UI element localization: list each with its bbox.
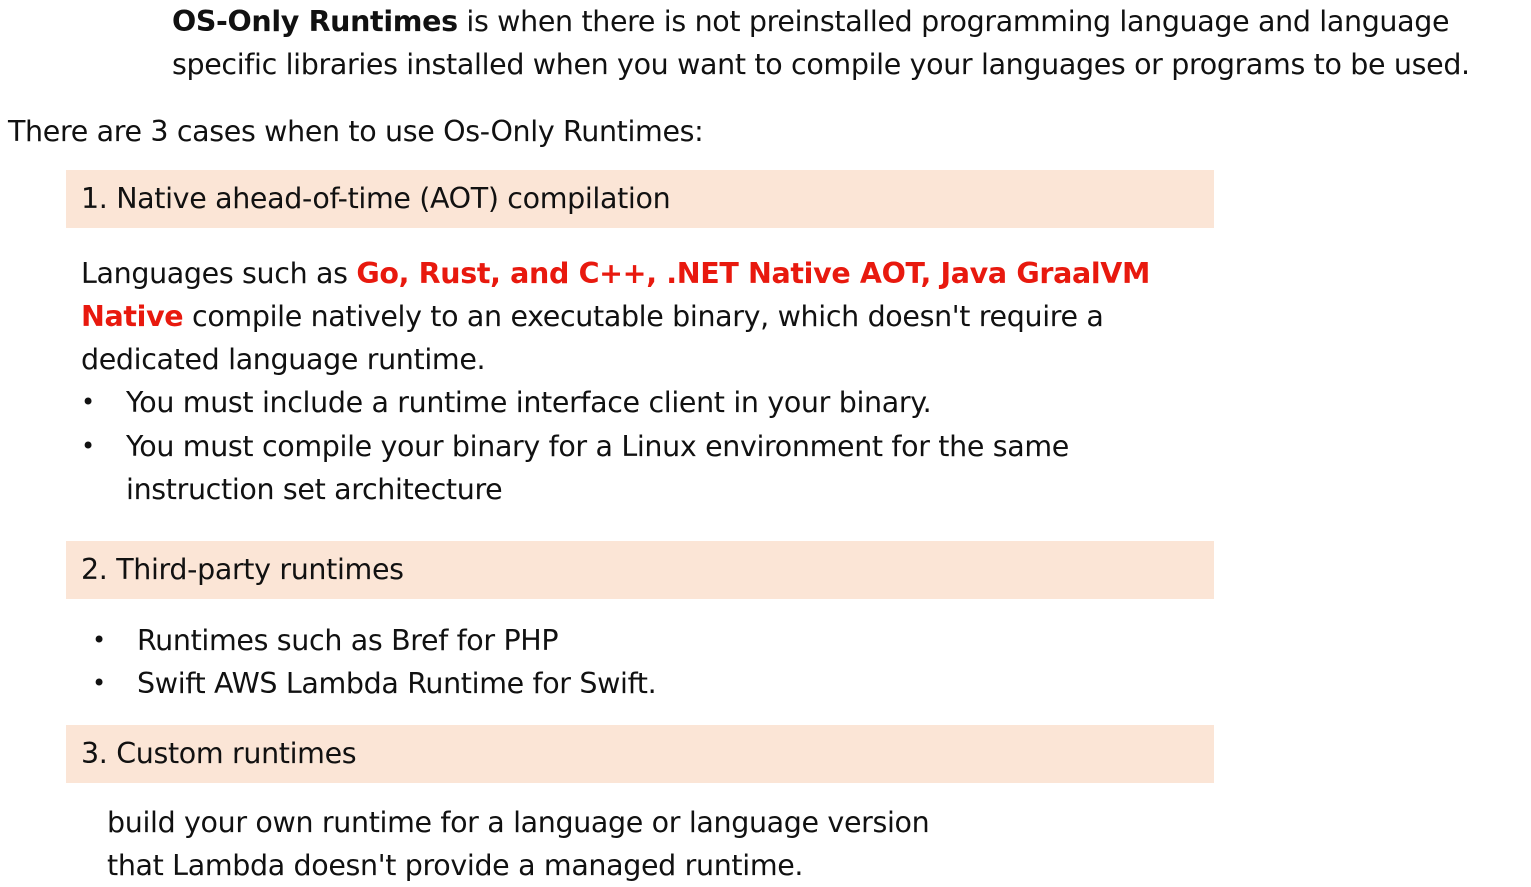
- bullet-text: You must include a runtime interface cli…: [126, 386, 932, 419]
- section-1-heading: 1. Native ahead-of-time (AOT) compilatio…: [66, 170, 1214, 228]
- bullet-text: You must compile your binary for a Linux…: [126, 430, 1069, 506]
- section-3-heading: 3. Custom runtimes: [66, 725, 1214, 783]
- list-item: • Swift AWS Lambda Runtime for Swift.: [92, 662, 992, 705]
- bullet-icon: •: [81, 432, 95, 460]
- bullet-icon: •: [81, 388, 95, 416]
- section-2-heading: 2. Third-party runtimes: [66, 541, 1214, 599]
- intro-paragraph: OS-Only Runtimes is when there is not pr…: [172, 0, 1527, 86]
- section-3-line: build your own runtime for a language or…: [107, 806, 930, 839]
- section-3-line: that Lambda doesn't provide a managed ru…: [107, 849, 804, 882]
- section-3-paragraph: build your own runtime for a language or…: [107, 801, 1107, 887]
- section-1-paragraph: Languages such as Go, Rust, and C++, .NE…: [81, 252, 1221, 381]
- section-2-bullet-list: • Runtimes such as Bref for PHP • Swift AW…: [92, 619, 992, 705]
- lead-text: There are 3 cases when to use Os-Only Ru…: [8, 115, 704, 148]
- section-1-bullet-list: • You must include a runtime interface cl…: [81, 381, 1181, 512]
- list-item: • Runtimes such as Bref for PHP: [92, 619, 992, 662]
- bullet-icon: •: [92, 626, 106, 654]
- list-item: • You must compile your binary for a Linu…: [81, 425, 1181, 511]
- section-1-text-after: compile natively to an executable binary…: [81, 300, 1104, 376]
- bullet-icon: •: [92, 669, 106, 697]
- intro-term: OS-Only Runtimes: [172, 5, 458, 38]
- list-item: • You must include a runtime interface cl…: [81, 381, 1181, 424]
- bullet-text: Swift AWS Lambda Runtime for Swift.: [137, 667, 657, 700]
- section-1-text-before: Languages such as: [81, 257, 357, 290]
- bullet-text: Runtimes such as Bref for PHP: [137, 624, 559, 657]
